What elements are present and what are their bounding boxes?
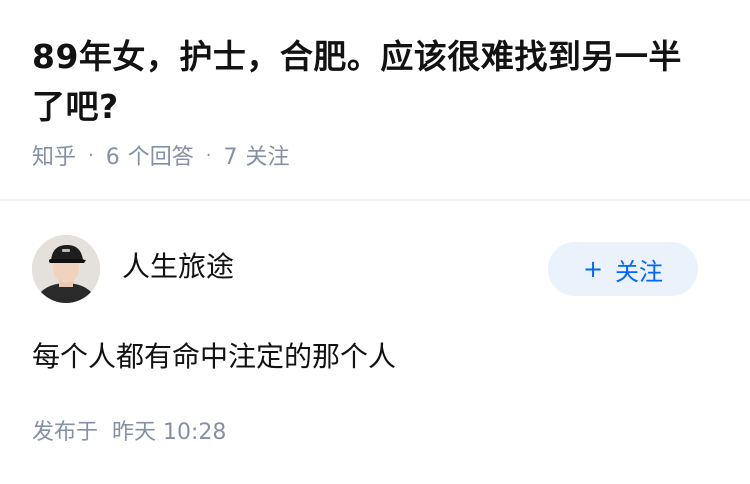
author-row: 人生旅途 + 关注 [32, 232, 718, 306]
section-divider [0, 199, 750, 201]
publish-prefix: 发布于 [32, 420, 99, 445]
answer-count-link[interactable]: 6 个回答 [106, 139, 194, 171]
follow-count-link[interactable]: 7 关注 [224, 139, 290, 171]
meta-separator: · [205, 144, 212, 166]
answer-count-label: 个回答 [127, 145, 194, 170]
follow-button[interactable]: + 关注 [548, 242, 698, 296]
question-title[interactable]: 89年女，护士，合肥。应该很难找到另一半了吧? [32, 32, 712, 132]
follow-count-label: 关注 [245, 145, 290, 170]
follow-count: 7 [223, 145, 238, 170]
question-header: 89年女，护士，合肥。应该很难找到另一半了吧? 知乎 · 6 个回答 · 7 关注 [32, 32, 712, 170]
answer-content[interactable]: 每个人都有命中注定的那个人 [32, 336, 718, 378]
avatar-image [32, 235, 100, 303]
follow-button-label: 关注 [615, 257, 664, 286]
publish-time: 昨天 10:28 [112, 420, 227, 445]
plus-icon: + [582, 255, 604, 283]
question-meta: 知乎 · 6 个回答 · 7 关注 [32, 139, 712, 171]
author-name[interactable]: 人生旅途 [122, 245, 234, 285]
answer-count: 6 [105, 145, 120, 170]
avatar[interactable] [32, 235, 100, 303]
source-label: 知乎 [32, 145, 77, 170]
meta-separator: · [88, 144, 94, 166]
publish-info: 发布于 昨天 10:28 [32, 414, 718, 446]
answer-card: 人生旅途 + 关注 每个人都有命中注定的那个人 发布于 昨天 10:28 [32, 232, 718, 446]
